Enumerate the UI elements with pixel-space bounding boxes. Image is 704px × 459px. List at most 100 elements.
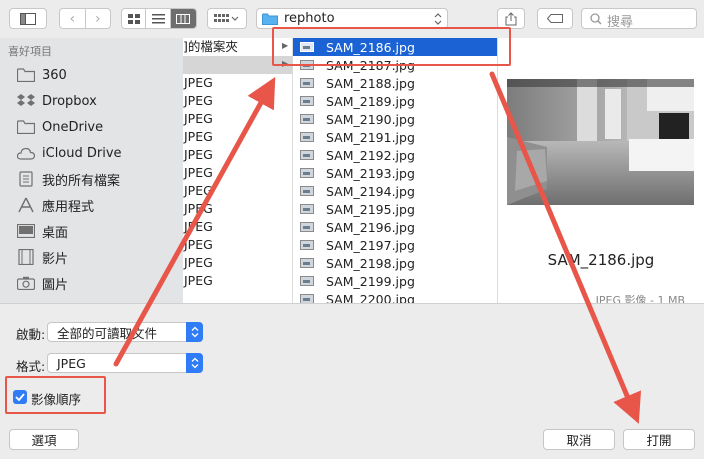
- image-file-icon: [300, 222, 314, 232]
- parent-list-item[interactable]: JPEG: [184, 74, 213, 92]
- open-button[interactable]: 打開: [623, 429, 695, 450]
- sidebar-item-label: iCloud Drive: [42, 145, 122, 161]
- image-file-icon: [300, 114, 314, 124]
- icon-view-button[interactable]: [122, 9, 147, 28]
- image-file-icon: [300, 204, 314, 214]
- checkmark-icon: [15, 393, 25, 401]
- search-field[interactable]: 搜尋: [581, 8, 697, 30]
- parent-column: ]的檔案夾 JPEG JPEG JPEG JPEG JPEG JPEG JPEG JPEG JPE…: [183, 38, 293, 303]
- file-row[interactable]: SAM_2199.jpg: [293, 272, 497, 290]
- disclosure-arrow-icon: ▶: [282, 59, 289, 68]
- options-button[interactable]: 選項: [9, 429, 79, 450]
- sidebar-toggle-button[interactable]: [9, 8, 47, 29]
- preview-filename: SAM_2186.jpg: [547, 251, 655, 269]
- image-sequence-label: 影像順序: [31, 392, 82, 407]
- file-name: SAM_2192.jpg: [326, 147, 415, 163]
- list-view-button[interactable]: [146, 9, 171, 28]
- parent-list-item[interactable]: JPEG: [184, 254, 213, 272]
- sidebar-item[interactable]: 360: [16, 64, 67, 86]
- sidebar-item[interactable]: 我的所有檔案: [16, 168, 120, 190]
- file-row[interactable]: SAM_2193.jpg: [293, 164, 497, 182]
- path-popup[interactable]: rephoto: [256, 8, 448, 29]
- sidebar-item[interactable]: 桌面: [16, 220, 68, 242]
- image-file-icon: [300, 78, 314, 88]
- folder-icon: [16, 67, 36, 83]
- file-name: SAM_2193.jpg: [326, 165, 415, 181]
- parent-list-item[interactable]: JPEG: [184, 236, 213, 254]
- image-file-icon: [300, 96, 314, 106]
- file-row[interactable]: SAM_2197.jpg: [293, 236, 497, 254]
- grid-icon: [127, 13, 140, 24]
- file-row[interactable]: SAM_2188.jpg: [293, 74, 497, 92]
- format-popup[interactable]: JPEG: [47, 353, 203, 373]
- sidebar-item[interactable]: 圖片: [16, 272, 68, 294]
- list-icon: [151, 13, 165, 23]
- parent-list-item[interactable]: JPEG: [184, 182, 213, 200]
- preview-thumbnail: [507, 79, 694, 205]
- arrange-button[interactable]: [207, 8, 247, 29]
- file-row-selected[interactable]: SAM_2186.jpg: [293, 38, 497, 56]
- parent-list-item[interactable]: JPEG: [184, 272, 213, 290]
- dropbox-icon: [16, 93, 36, 109]
- tag-icon: [547, 14, 563, 23]
- parent-selected-row[interactable]: [183, 56, 292, 74]
- column-view-button[interactable]: [170, 9, 196, 28]
- columns-icon: [176, 13, 191, 24]
- file-name: SAM_2199.jpg: [326, 273, 415, 289]
- cancel-button[interactable]: 取消: [543, 429, 615, 450]
- file-row[interactable]: SAM_2200.jpg: [293, 290, 497, 303]
- preview-info: JPEG 影像 - 1 MB: [595, 294, 685, 303]
- sidebar-item-label: 360: [42, 67, 67, 83]
- image-sequence-checkbox[interactable]: [13, 390, 27, 404]
- parent-list-item[interactable]: JPEG: [184, 92, 213, 110]
- image-file-icon: [300, 132, 314, 142]
- cloud-icon: [16, 145, 36, 161]
- file-row[interactable]: SAM_2191.jpg: [293, 128, 497, 146]
- parent-list-item[interactable]: JPEG: [184, 128, 213, 146]
- sidebar-item-label: 應用程式: [42, 199, 95, 215]
- sidebar-header: 喜好項目: [8, 45, 52, 58]
- image-file-icon: [300, 294, 314, 303]
- path-folder-name: rephoto: [284, 11, 335, 26]
- back-forward-group: ‹ ›: [59, 8, 111, 29]
- sidebar-item[interactable]: iCloud Drive: [16, 142, 122, 164]
- file-row[interactable]: SAM_2198.jpg: [293, 254, 497, 272]
- file-row[interactable]: SAM_2194.jpg: [293, 182, 497, 200]
- parent-list-item[interactable]: JPEG: [184, 200, 213, 218]
- sidebar-item-label: 桌面: [42, 225, 69, 241]
- parent-list-item[interactable]: ]的檔案夾: [183, 38, 238, 56]
- preview-pane: SAM_2186.jpg JPEG 影像 - 1 MB: [498, 38, 704, 303]
- file-name: SAM_2187.jpg: [326, 57, 415, 73]
- parent-list-item[interactable]: JPEG: [184, 110, 213, 128]
- chevron-left-icon: ‹: [69, 10, 76, 27]
- file-row[interactable]: SAM_2187.jpg: [293, 56, 497, 74]
- back-button[interactable]: ‹: [60, 9, 86, 28]
- chevron-right-icon: ›: [94, 10, 101, 27]
- folder-icon: [262, 13, 278, 25]
- file-row[interactable]: SAM_2189.jpg: [293, 92, 497, 110]
- tags-button[interactable]: [537, 8, 573, 29]
- file-row[interactable]: SAM_2195.jpg: [293, 200, 497, 218]
- toolbar: ‹ › rephoto 搜尋: [0, 0, 704, 38]
- file-name: SAM_2195.jpg: [326, 201, 415, 217]
- file-row[interactable]: SAM_2192.jpg: [293, 146, 497, 164]
- share-button[interactable]: [497, 8, 525, 29]
- enable-popup[interactable]: 全部的可讀取文件: [47, 322, 203, 342]
- parent-list-item[interactable]: JPEG: [184, 218, 213, 236]
- sidebar-item[interactable]: OneDrive: [16, 116, 103, 138]
- enable-popup-value: 全部的可讀取文件: [57, 325, 158, 341]
- file-name: SAM_2190.jpg: [326, 111, 415, 127]
- file-row[interactable]: SAM_2196.jpg: [293, 218, 497, 236]
- arrange-grid-icon: [214, 13, 239, 22]
- forward-button[interactable]: ›: [86, 9, 111, 28]
- file-row[interactable]: SAM_2190.jpg: [293, 110, 497, 128]
- parent-list-item[interactable]: JPEG: [184, 146, 213, 164]
- image-file-icon: [300, 42, 314, 52]
- file-column: SAM_2186.jpg SAM_2187.jpg SAM_2188.jpg SAM_…: [293, 38, 498, 303]
- sidebar-item[interactable]: 影片: [16, 246, 68, 268]
- folder-icon: [16, 119, 36, 135]
- sidebar-item[interactable]: 應用程式: [16, 194, 94, 216]
- parent-list-item[interactable]: JPEG: [184, 164, 213, 182]
- image-file-icon: [300, 60, 314, 70]
- sidebar-item[interactable]: Dropbox: [16, 90, 97, 112]
